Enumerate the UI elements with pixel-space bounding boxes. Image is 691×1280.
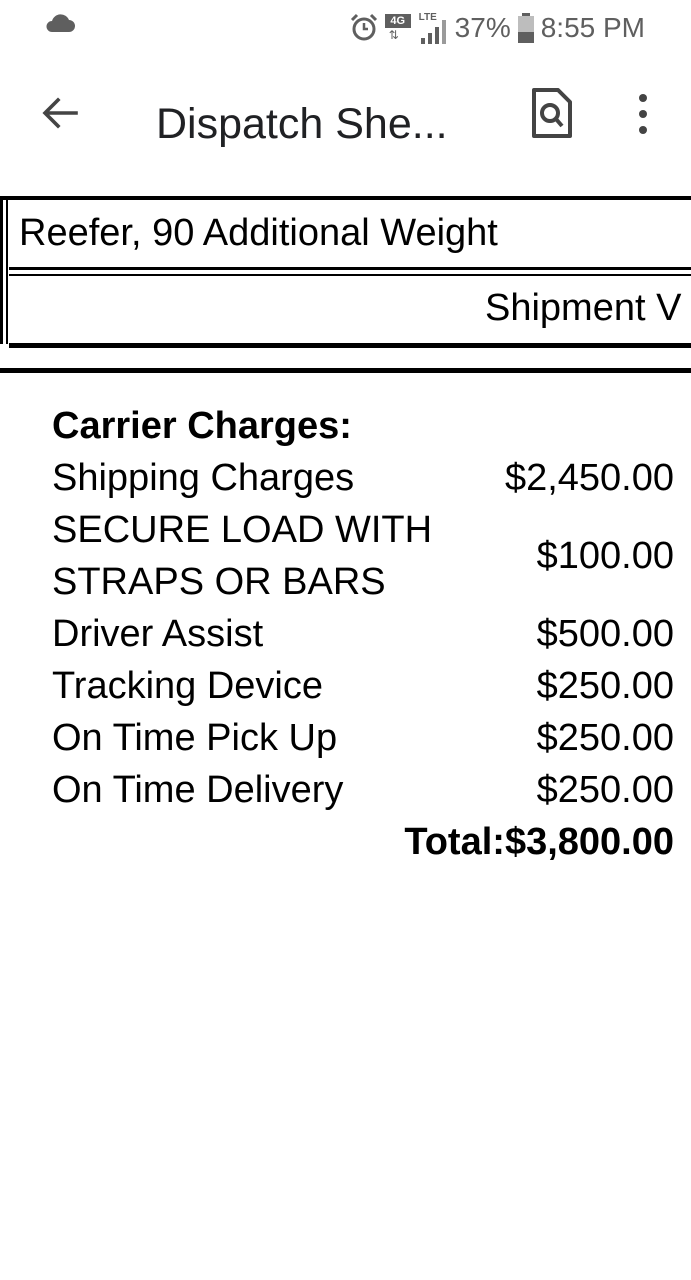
charge-amount: $250.00 bbox=[536, 769, 674, 811]
total-row: Total:$3,800.00 bbox=[52, 816, 674, 868]
charge-row: Driver Assist $500.00 bbox=[52, 608, 674, 660]
charge-amount: $500.00 bbox=[536, 613, 674, 655]
total-amount: $3,800.00 bbox=[504, 821, 674, 863]
charge-amount: $100.00 bbox=[536, 535, 674, 577]
charge-row: On Time Pick Up $250.00 bbox=[52, 712, 674, 764]
document-viewer[interactable]: Reefer, 90 Additional Weight Shipment V … bbox=[0, 174, 691, 1280]
divider bbox=[0, 368, 691, 373]
data-arrows-icon: ⇅ bbox=[388, 28, 399, 42]
carrier-charges-section: Carrier Charges: Shipping Charges $2,450… bbox=[52, 400, 674, 868]
charge-row: On Time Delivery $250.00 bbox=[52, 764, 674, 816]
search-in-document-button[interactable] bbox=[530, 86, 574, 140]
charges-heading: Carrier Charges: bbox=[52, 405, 352, 447]
4g-icon: 4G ⇅ bbox=[384, 12, 413, 44]
table-row: Reefer, 90 Additional Weight bbox=[9, 200, 691, 270]
cloud-icon bbox=[46, 14, 75, 32]
battery-icon bbox=[517, 13, 534, 43]
lte-signal-icon: LTE bbox=[419, 12, 449, 44]
app-bar: Dispatch She... bbox=[0, 54, 691, 174]
more-vert-icon bbox=[639, 94, 647, 134]
battery-percent: 37% bbox=[454, 12, 511, 43]
shipment-table: Reefer, 90 Additional Weight Shipment V bbox=[0, 196, 691, 348]
charge-label: Shipping Charges bbox=[52, 457, 355, 499]
more-options-button[interactable] bbox=[628, 90, 658, 138]
document-search-icon bbox=[532, 88, 572, 138]
back-button[interactable] bbox=[36, 90, 84, 138]
charge-label: SECURE LOAD WITH STRAPS OR BARS bbox=[52, 509, 433, 603]
back-arrow-icon bbox=[42, 97, 78, 129]
status-bar: 4G ⇅ LTE 37% 8:55 PM bbox=[0, 0, 691, 54]
page-title: Dispatch She... bbox=[156, 100, 448, 148]
charge-label: On Time Delivery bbox=[52, 769, 344, 811]
charge-row: Shipping Charges $2,450.00 bbox=[52, 452, 674, 504]
alarm-icon bbox=[350, 13, 377, 41]
charge-label: Driver Assist bbox=[52, 613, 264, 655]
table-row: Shipment V bbox=[9, 274, 691, 348]
charge-amount: $250.00 bbox=[536, 717, 674, 759]
charge-label: On Time Pick Up bbox=[52, 717, 338, 759]
total-label: Total: bbox=[404, 821, 505, 863]
charge-row: SECURE LOAD WITH STRAPS OR BARS $100.00 bbox=[52, 504, 674, 608]
equipment-text: Reefer, 90 Additional Weight bbox=[19, 212, 498, 254]
charge-label: Tracking Device bbox=[52, 665, 324, 707]
charge-row: Tracking Device $250.00 bbox=[52, 660, 674, 712]
charge-amount: $2,450.00 bbox=[504, 457, 674, 499]
shipment-header-text: Shipment V bbox=[485, 287, 682, 329]
clock: 8:55 PM bbox=[540, 12, 645, 43]
charge-amount: $250.00 bbox=[536, 665, 674, 707]
4g-label: 4G bbox=[384, 14, 411, 28]
